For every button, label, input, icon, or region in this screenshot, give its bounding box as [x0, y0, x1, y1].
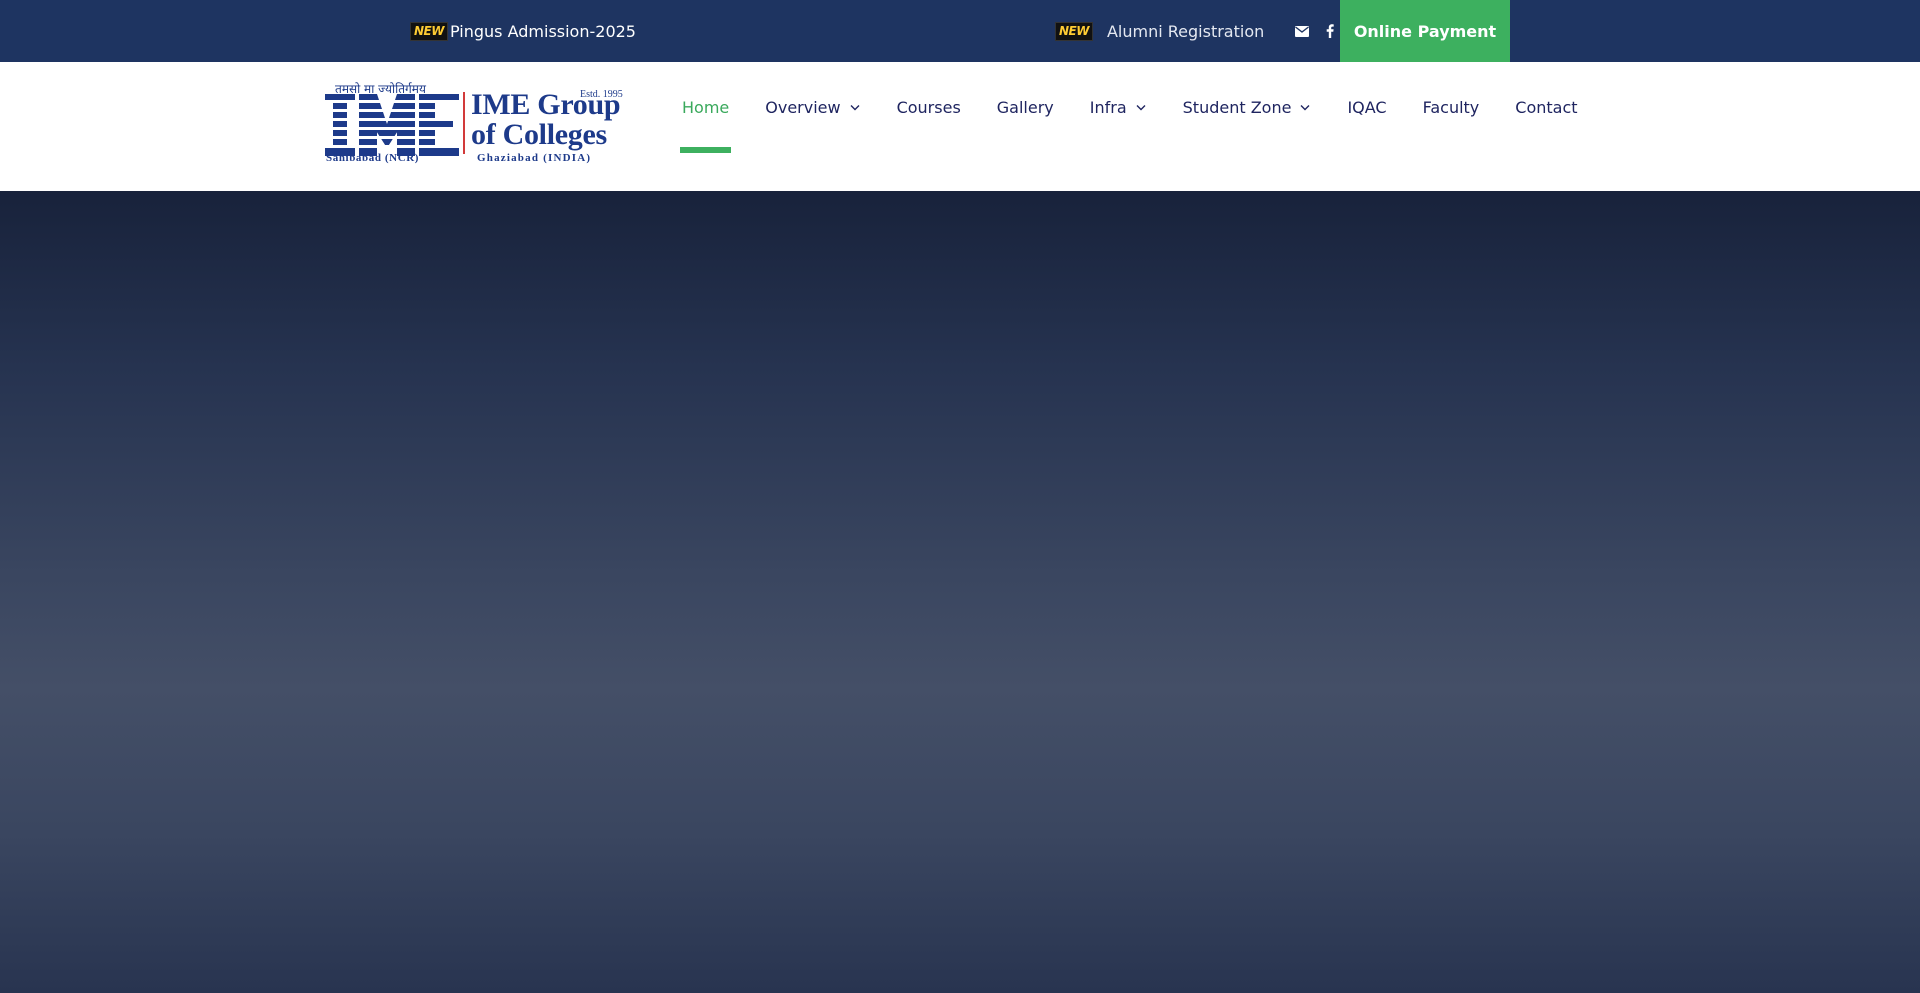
online-payment-button[interactable]: Online Payment: [1340, 0, 1510, 62]
nav-item-label: Home: [682, 97, 730, 117]
alumni-registration-label: Alumni Registration: [1106, 21, 1265, 41]
envelope-icon[interactable]: [1294, 23, 1310, 39]
hero-banner: [0, 191, 1920, 993]
nav-item-label: Student Zone: [1182, 97, 1292, 117]
new-badge: NEW: [410, 21, 448, 41]
nav-item-contact[interactable]: Contact: [1515, 62, 1577, 152]
main-nav: Home Overview Courses Gallery Infra Stud…: [679, 62, 1614, 191]
nav-item-label: Contact: [1515, 97, 1578, 117]
nav-item-infra[interactable]: Infra: [1090, 62, 1147, 152]
chevron-down-icon: [850, 105, 860, 111]
logo-location-left: Sahibabad (NCR): [326, 152, 420, 164]
nav-item-label: Faculty: [1422, 97, 1480, 117]
nav-item-home[interactable]: Home: [679, 62, 732, 153]
ime-mark-icon: [325, 94, 459, 156]
nav-item-label: Infra: [1089, 97, 1127, 117]
logo-divider: [463, 92, 465, 154]
admission-label: Pingus Admission-2025: [449, 21, 636, 41]
nav-item-label: IQAC: [1347, 97, 1387, 117]
nav-item-overview[interactable]: Overview: [765, 62, 860, 152]
logo-title-line1: IME Group: [471, 88, 621, 121]
facebook-icon[interactable]: [1322, 23, 1338, 39]
nav-item-student-zone[interactable]: Student Zone: [1183, 62, 1312, 152]
social-icons: [1294, 23, 1338, 39]
nav-item-label: Gallery: [996, 97, 1054, 117]
top-bar-right: NEW Alumni Registration: [1055, 0, 1338, 62]
top-bar: NEW Pingus Admission-2025 NEW Alumni Reg…: [0, 0, 1920, 62]
nav-item-iqac[interactable]: IQAC: [1347, 62, 1386, 152]
chevron-down-icon: [1300, 105, 1310, 111]
nav-item-label: Overview: [765, 97, 841, 117]
alumni-registration-link[interactable]: NEW Alumni Registration: [1055, 21, 1265, 41]
new-badge: NEW: [1055, 21, 1093, 41]
nav-item-label: Courses: [896, 97, 961, 117]
logo-location-right: Ghaziabad (INDIA): [477, 152, 592, 164]
college-logo[interactable]: तमसो मा ज्योतिर्गमय Estd. 1995 IME Group…: [325, 80, 630, 168]
logo-title-line2: of Colleges: [471, 118, 607, 151]
site-header: तमसो मा ज्योतिर्गमय Estd. 1995 IME Group…: [0, 62, 1920, 191]
admission-link[interactable]: NEW Pingus Admission-2025: [410, 0, 636, 62]
chevron-down-icon: [1136, 105, 1146, 111]
nav-item-gallery[interactable]: Gallery: [997, 62, 1054, 152]
nav-item-courses[interactable]: Courses: [897, 62, 961, 152]
nav-item-faculty[interactable]: Faculty: [1423, 62, 1480, 152]
